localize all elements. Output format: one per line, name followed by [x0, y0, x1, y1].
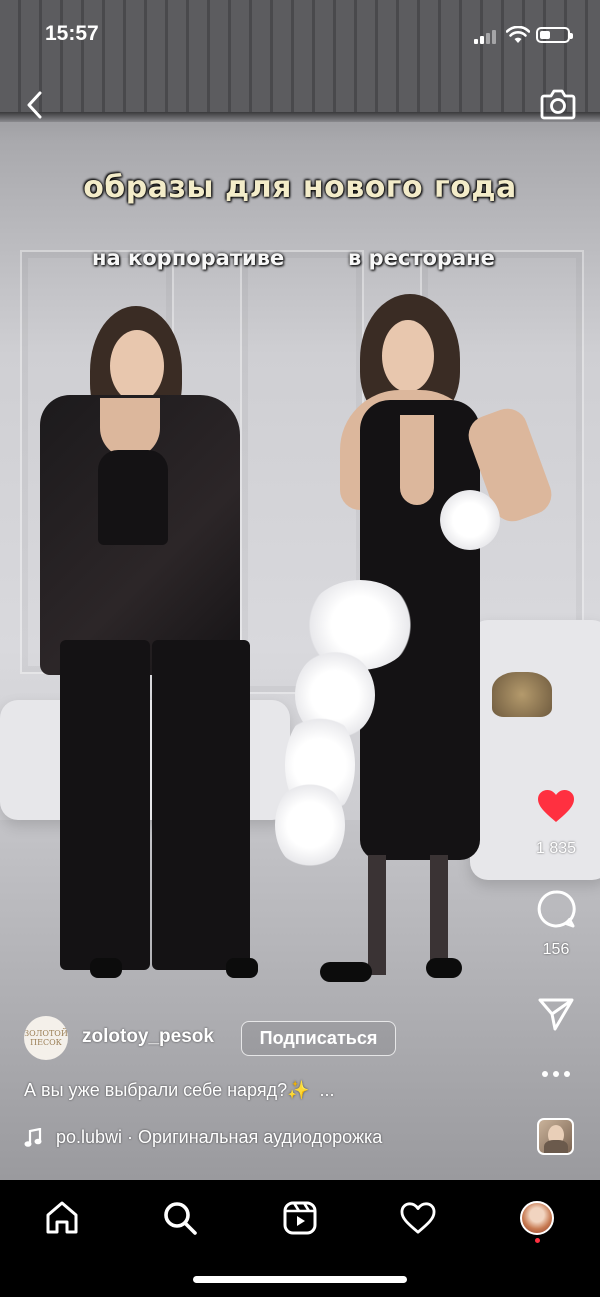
profile-avatar [520, 1201, 554, 1235]
caption[interactable]: А вы уже выбрали себе наряд?✨... [24, 1080, 335, 1101]
search-icon [164, 1202, 197, 1235]
comment-icon [537, 890, 576, 928]
caption-text: А вы уже выбрали себе наряд?✨ [24, 1080, 310, 1100]
more-icon [542, 1071, 570, 1077]
like-button[interactable] [535, 786, 577, 826]
reel-video[interactable]: образы для нового года на корпоративе в … [0, 0, 600, 1180]
status-time: 15:57 [45, 22, 99, 45]
home-indicator [193, 1276, 407, 1283]
figure-left [40, 300, 270, 990]
reel-overlay-title: образы для нового года [83, 170, 517, 205]
figure-right [275, 290, 560, 990]
follow-button[interactable]: Подписаться [241, 1021, 396, 1056]
home-icon [46, 1201, 78, 1234]
camera-icon [540, 89, 576, 120]
heart-icon [538, 790, 574, 822]
battery-icon [536, 27, 573, 43]
nav-search[interactable] [160, 1198, 200, 1238]
nav-reels[interactable] [280, 1198, 320, 1238]
audio-attribution[interactable]: po.lubwi · Оригинальная аудиодорожка [24, 1127, 382, 1148]
signal-icon [474, 30, 496, 44]
music-note-icon [24, 1127, 42, 1147]
back-button[interactable] [20, 88, 48, 122]
chevron-left-icon [27, 91, 42, 119]
nav-home[interactable] [42, 1198, 82, 1238]
reel-overlay-left-label: на корпоративе [92, 246, 285, 270]
likes-count: 1 835 [535, 840, 577, 857]
avatar-brand-top: ЗОЛОТОЙ [24, 1029, 68, 1038]
nav-profile[interactable] [517, 1198, 557, 1238]
camera-button[interactable] [538, 86, 578, 122]
comment-button[interactable] [535, 888, 577, 930]
ceiling [0, 0, 600, 115]
reels-screen: образы для нового года на корпоративе в … [0, 0, 600, 1297]
audio-text: po.lubwi · Оригинальная аудиодорожка [56, 1127, 383, 1147]
avatar-brand-bottom: ПЕСОК [30, 1038, 62, 1047]
caption-more[interactable]: ... [320, 1080, 335, 1100]
author-avatar[interactable]: ЗОЛОТОЙ ПЕСОК [24, 1016, 68, 1060]
notification-dot [535, 1238, 540, 1243]
nav-activity[interactable] [398, 1198, 438, 1238]
more-button[interactable] [538, 1062, 574, 1086]
author-username[interactable]: zolotoy_pesok [82, 1026, 214, 1048]
comments-count: 156 [542, 941, 570, 958]
reel-overlay-right-label: в ресторане [348, 246, 495, 270]
wifi-icon [506, 26, 530, 43]
share-button[interactable] [536, 995, 576, 1033]
send-icon [538, 998, 574, 1031]
activity-heart-icon [400, 1202, 436, 1234]
audio-thumbnail[interactable] [537, 1118, 574, 1155]
reels-icon [283, 1201, 317, 1235]
ceiling-edge [0, 112, 600, 122]
